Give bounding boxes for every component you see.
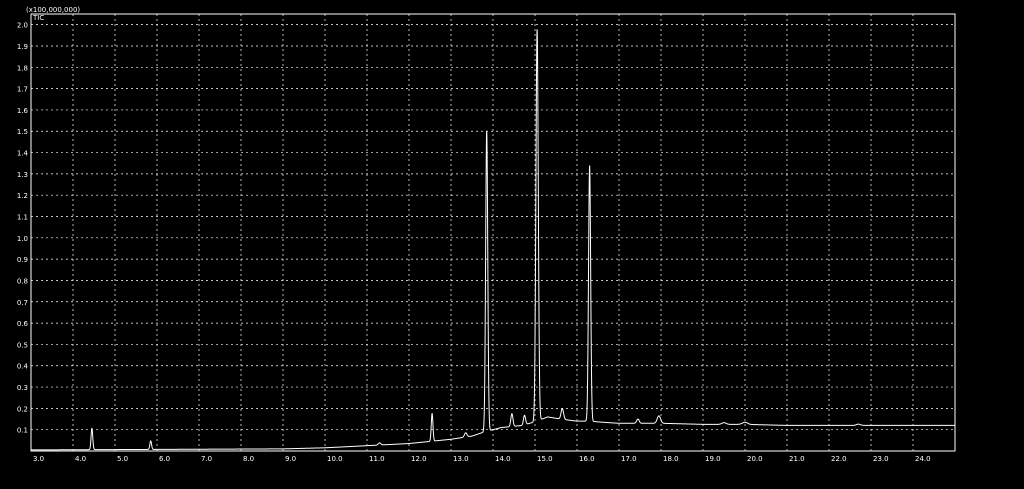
x-tick-label: 15.0: [537, 455, 553, 463]
y-tick-label: 1.9: [17, 43, 28, 51]
x-tick-label: 24.0: [915, 455, 931, 463]
x-tick-label: 6.0: [159, 455, 170, 463]
y-tick-label: 1.2: [17, 192, 28, 200]
y-tick-label: 1.4: [17, 150, 29, 158]
x-tick-label: 19.0: [705, 455, 721, 463]
x-tick-label: 14.0: [495, 455, 511, 463]
y-tick-label: 0.6: [17, 320, 29, 328]
x-tick-label: 12.0: [411, 455, 427, 463]
x-tick-label: 22.0: [831, 455, 847, 463]
y-tick-label: 2.0: [17, 22, 28, 30]
y-tick-label: 0.8: [17, 277, 28, 285]
x-tick-label: 13.0: [453, 455, 469, 463]
x-axis: 3.0 4.0 5.0 6.0 7.0 8.0 9.0 10.0 11.0 12.0 13.0 14.…: [33, 455, 931, 463]
grid-lines: [31, 14, 955, 451]
x-tick-label: 3.0: [33, 455, 44, 463]
y-tick-label: 1.1: [17, 214, 28, 222]
y-tick-label: 1.5: [17, 128, 28, 136]
y-tick-label: 0.1: [17, 427, 28, 435]
y-tick-label: 1.7: [17, 86, 28, 94]
trace-label: TIC: [32, 14, 44, 22]
y-tick-label: 0.4: [17, 363, 29, 371]
y-axis: 0.1 0.2 0.3 0.4 0.5 0.6 0.7 0.8 0.9 1.0 1.1 1.2 1.3 1…: [17, 22, 29, 435]
y-tick-label: 0.5: [17, 341, 28, 349]
y-tick-label: 0.3: [17, 384, 28, 392]
x-tick-label: 20.0: [747, 455, 763, 463]
x-tick-label: 5.0: [117, 455, 128, 463]
scale-label: (x100,000,000): [26, 6, 80, 14]
x-tick-label: 23.0: [873, 455, 889, 463]
x-tick-label: 4.0: [75, 455, 86, 463]
x-tick-label: 11.0: [369, 455, 385, 463]
x-tick-label: 16.0: [579, 455, 595, 463]
x-tick-label: 18.0: [663, 455, 679, 463]
y-tick-label: 1.0: [17, 235, 28, 243]
y-tick-label: 0.7: [17, 299, 28, 307]
x-tick-label: 17.0: [621, 455, 637, 463]
y-tick-label: 1.6: [17, 107, 29, 115]
x-tick-label: 8.0: [243, 455, 254, 463]
x-tick-label: 21.0: [789, 455, 805, 463]
y-tick-label: 1.8: [17, 64, 28, 72]
x-tick-label: 10.0: [327, 455, 343, 463]
y-tick-label: 0.2: [17, 405, 28, 413]
x-tick-label: 7.0: [201, 455, 212, 463]
x-tick-label: 9.0: [285, 455, 296, 463]
chromatogram-chart: (x100,000,000) TIC 3.0 4.0 5.0 6.0 7.0 8.0 9.0…: [17, 6, 956, 463]
y-tick-label: 1.3: [17, 171, 28, 179]
y-tick-label: 0.9: [17, 256, 28, 264]
